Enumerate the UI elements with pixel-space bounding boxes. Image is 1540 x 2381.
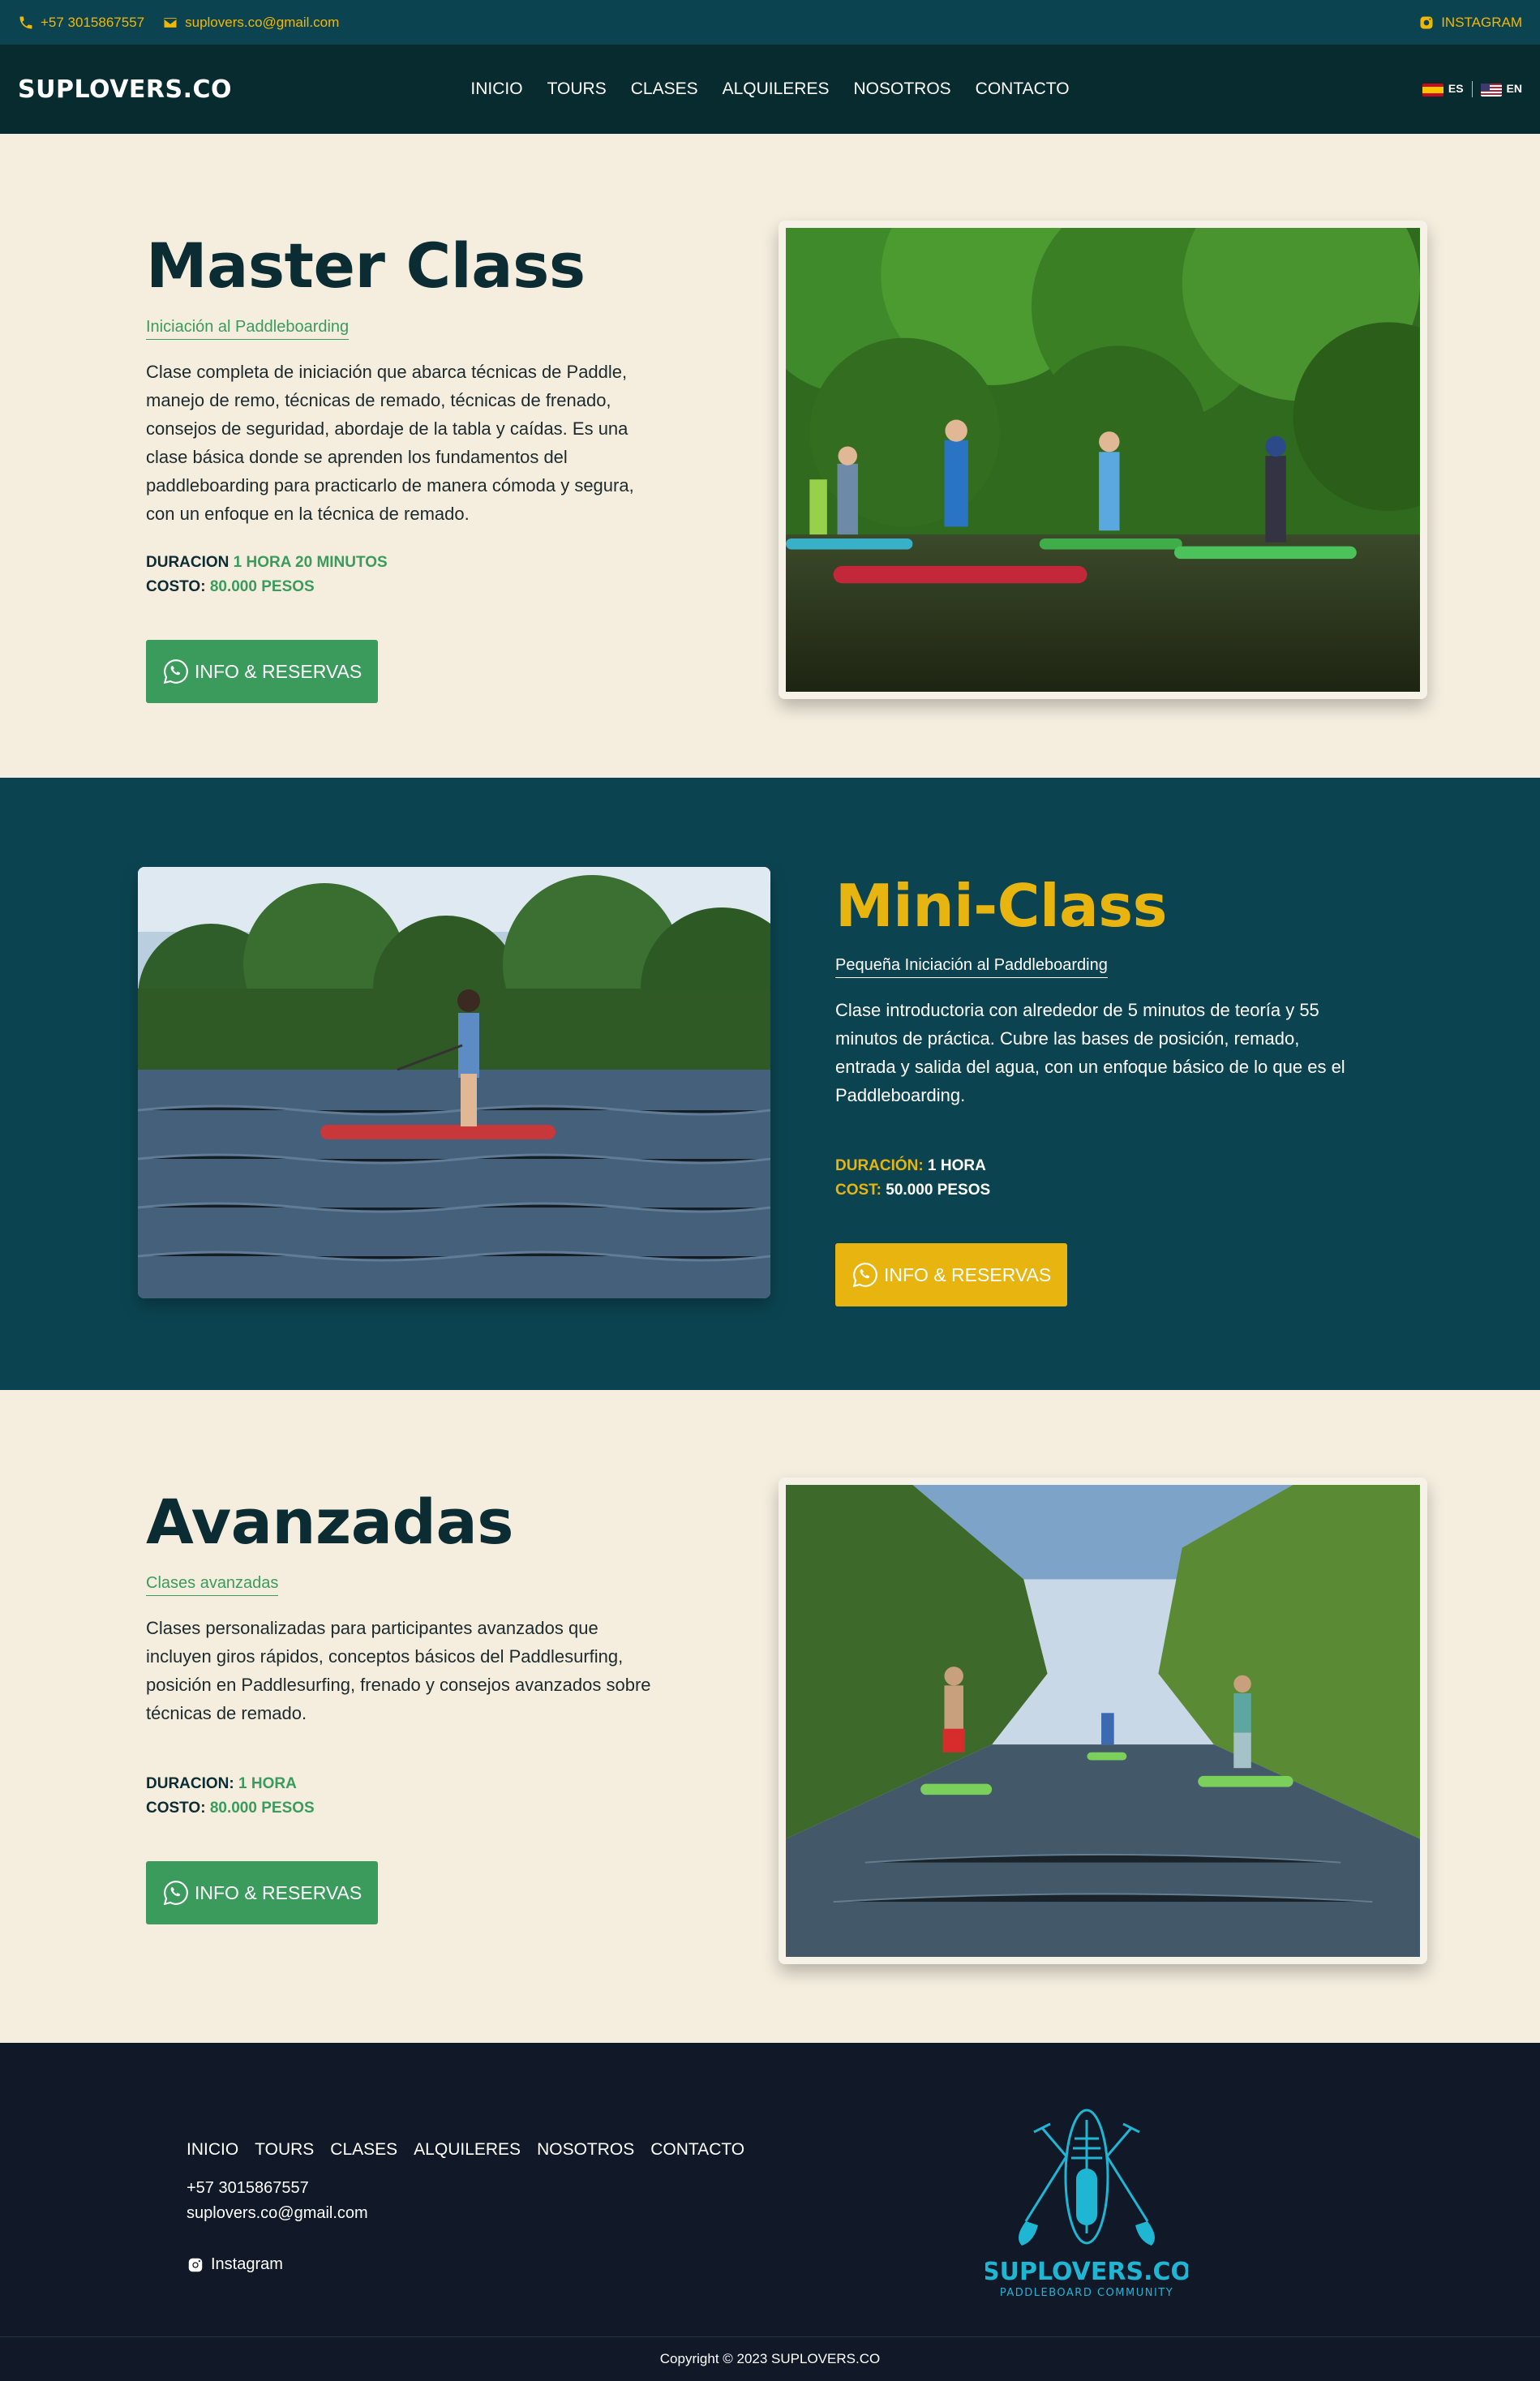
lang-es-option[interactable]: ES: [1422, 82, 1464, 97]
duration-label: DURACION: [146, 554, 229, 571]
class-facts: DURACION: 1 HORA COSTO: 80.000 PESOS: [146, 1772, 665, 1821]
mini-class-content: Mini-Class Pequeña Iniciación al Paddleb…: [835, 877, 1354, 1306]
nav-item-inicio[interactable]: INICIO: [470, 79, 522, 99]
cost-label: COSTO:: [146, 1800, 206, 1817]
footer-link-tours[interactable]: TOURS: [255, 2140, 314, 2160]
topbar-email-text: suplovers.co@gmail.com: [185, 14, 340, 30]
button-label: INFO & RESERVAS: [884, 1263, 1052, 1285]
instagram-icon: [188, 2258, 203, 2272]
usa-flag-icon: [1480, 83, 1502, 97]
mail-icon: [164, 17, 177, 28]
class-description: Clase completa de iniciación que abarca …: [146, 362, 634, 524]
topbar-email[interactable]: suplovers.co@gmail.com: [162, 15, 339, 31]
info-reservas-button[interactable]: INFO & RESERVAS: [835, 1243, 1068, 1306]
lang-en-option[interactable]: EN: [1480, 82, 1522, 97]
footer-link-contacto[interactable]: CONTACTO: [650, 2140, 744, 2160]
class-subtitle: Pequeña Iniciación al Paddleboarding: [835, 956, 1108, 978]
lang-divider: [1471, 81, 1473, 97]
topbar-instagram[interactable]: INSTAGRAM: [1418, 15, 1522, 31]
topbar-phone[interactable]: +57 3015867557: [18, 15, 144, 31]
duration-value: 1 HORA 20 MINUTOS: [233, 554, 388, 571]
nav-item-clases[interactable]: CLASES: [631, 79, 698, 99]
duration-label: DURACION:: [146, 1775, 234, 1792]
footer-logo-tagline: PADDLEBOARD COMMUNITY: [1000, 2287, 1173, 2299]
footer-contact: +57 3015867557 suplovers.co@gmail.com: [187, 2176, 368, 2226]
topbar-instagram-text: INSTAGRAM: [1441, 14, 1522, 30]
class-title: Avanzadas: [146, 1486, 513, 1558]
duration-value: 1 HORA: [928, 1157, 986, 1174]
class-facts: DURACION 1 HORA 20 MINUTOS COSTO: 80.000…: [146, 551, 665, 599]
button-label: INFO & RESERVAS: [195, 660, 362, 682]
footer-logo-name: SUPLOVERS.CO: [985, 2258, 1188, 2286]
whatsapp-icon: [852, 1263, 877, 1288]
footer-link-nosotros[interactable]: NOSOTROS: [537, 2140, 634, 2160]
phone-icon: [19, 16, 32, 28]
topbar-phone-text: +57 3015867557: [41, 14, 145, 30]
master-class-content: Master Class Iniciación al Paddleboardin…: [146, 235, 665, 703]
lang-en-label: EN: [1506, 82, 1522, 96]
spain-flag-icon: [1422, 83, 1443, 97]
footer-link-clases[interactable]: CLASES: [330, 2140, 397, 2160]
whatsapp-icon: [163, 1881, 188, 1906]
footer-menu: INICIO TOURS CLASES ALQUILERES NOSOTROS …: [187, 2140, 744, 2160]
site-footer: INICIO TOURS CLASES ALQUILERES NOSOTROS …: [0, 2043, 1540, 2336]
avanzadas-content: Avanzadas Clases avanzadas Clases person…: [146, 1491, 665, 1924]
cost-label: COSTO:: [146, 578, 206, 595]
footer-instagram-link[interactable]: Instagram: [187, 2255, 283, 2274]
nav-item-alquileres[interactable]: ALQUILERES: [723, 79, 830, 99]
class-facts: DURACIÓN: 1 HORA COST: 50.000 PESOS: [835, 1154, 1354, 1203]
copyright-bar: Copyright © 2023 SUPLOVERS.CO: [0, 2336, 1540, 2381]
lang-es-label: ES: [1448, 82, 1464, 96]
cost-label: COST:: [835, 1182, 882, 1199]
mini-class-section: Mini-Class Pequeña Iniciación al Paddleb…: [0, 778, 1540, 1390]
main-nav: SUPLOVERS.CO INICIO TOURS CLASES ALQUILE…: [0, 45, 1540, 134]
class-subtitle: Iniciación al Paddleboarding: [146, 318, 350, 340]
master-class-photo: [779, 221, 1427, 699]
duration-label: DURACIÓN:: [835, 1157, 924, 1174]
class-title: Master Class: [146, 230, 586, 302]
footer-logo: SUPLOVERS.CO PADDLEBOARD COMMUNITY: [982, 2100, 1191, 2302]
brand-logo[interactable]: SUPLOVERS.CO: [18, 75, 232, 104]
cost-value: 50.000 PESOS: [886, 1182, 991, 1199]
master-class-section: Master Class Iniciación al Paddleboardin…: [0, 134, 1540, 778]
cost-value: 80.000 PESOS: [209, 1800, 315, 1817]
info-reservas-button[interactable]: INFO & RESERVAS: [146, 1861, 379, 1924]
nav-item-tours[interactable]: TOURS: [547, 79, 607, 99]
language-switcher: ES EN: [1422, 81, 1522, 97]
class-description: Clase introductoria con alrededor de 5 m…: [835, 1000, 1345, 1105]
cost-value: 80.000 PESOS: [209, 578, 315, 595]
class-subtitle: Clases avanzadas: [146, 1574, 279, 1596]
button-label: INFO & RESERVAS: [195, 1881, 362, 1903]
class-title: Mini-Class: [835, 872, 1167, 940]
nav-item-nosotros[interactable]: NOSOTROS: [853, 79, 950, 99]
footer-email[interactable]: suplovers.co@gmail.com: [187, 2201, 368, 2226]
avanzadas-section: Avanzadas Clases avanzadas Clases person…: [0, 1390, 1540, 2043]
copyright-text: Copyright © 2023 SUPLOVERS.CO: [659, 2351, 881, 2366]
footer-link-inicio[interactable]: INICIO: [187, 2140, 238, 2160]
nav-item-contacto[interactable]: CONTACTO: [976, 79, 1070, 99]
duration-value: 1 HORA: [238, 1775, 297, 1792]
instagram-icon: [1420, 16, 1433, 28]
footer-link-alquileres[interactable]: ALQUILERES: [414, 2140, 521, 2160]
whatsapp-icon: [163, 659, 188, 684]
avanzadas-photo: [779, 1478, 1427, 1964]
top-bar: +57 3015867557 suplovers.co@gmail.com IN…: [0, 0, 1540, 45]
mini-class-photo: [138, 867, 770, 1298]
footer-instagram-label: Instagram: [211, 2255, 283, 2273]
info-reservas-button[interactable]: INFO & RESERVAS: [146, 640, 379, 703]
footer-phone[interactable]: +57 3015867557: [187, 2176, 368, 2201]
class-description: Clases personalizadas para participantes…: [146, 1618, 651, 1723]
